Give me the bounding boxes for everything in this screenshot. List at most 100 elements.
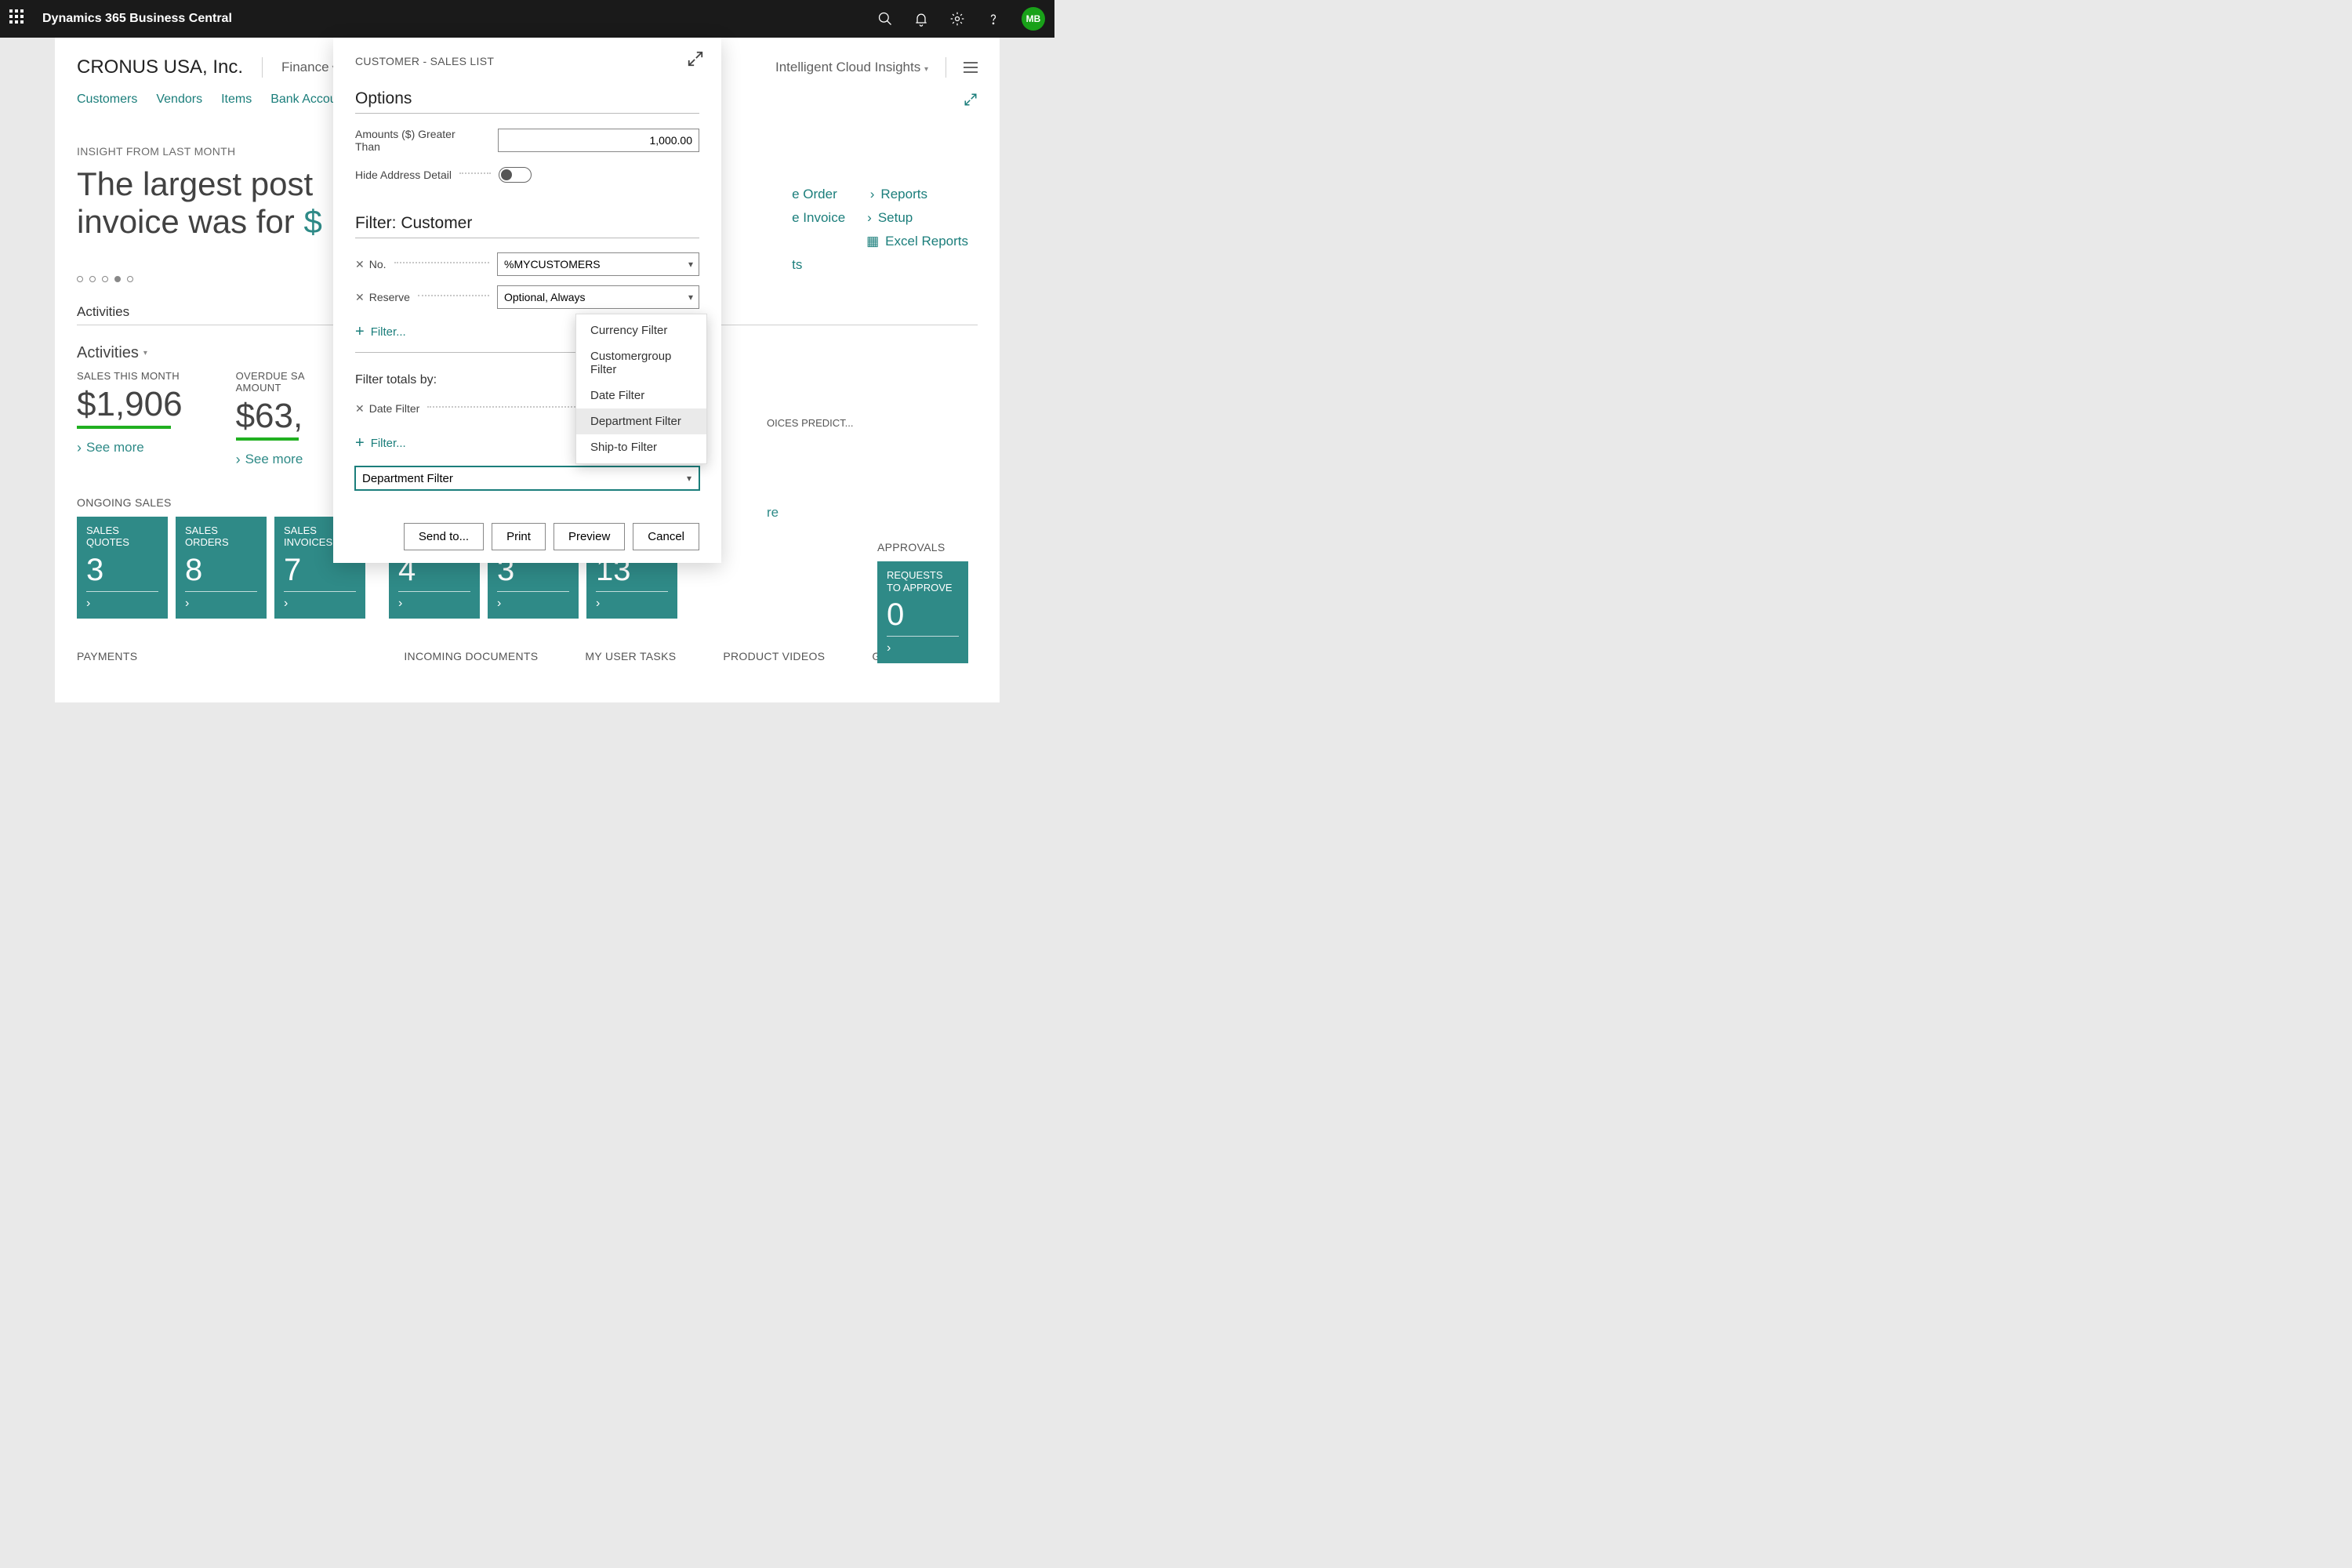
metric-value: $63, — [236, 397, 305, 436]
dropdown-option[interactable]: Customergroup Filter — [576, 343, 706, 383]
metric-label: SALES THIS MONTH — [77, 370, 183, 382]
bottom-section-labels: PAYMENTS INCOMING DOCUMENTS MY USER TASK… — [77, 650, 978, 662]
metric-value: $1,906 — [77, 385, 183, 424]
tile-approvals[interactable]: REQUESTS TO APPROVE 0 › — [877, 561, 968, 663]
dialog-footer: Send to... Print Preview Cancel — [404, 523, 699, 550]
insights-nav: Intelligent Cloud Insights ▾ — [775, 57, 978, 78]
metric-label-peek: OICES PREDICT... — [767, 417, 854, 429]
see-more-link[interactable]: ›See more — [236, 452, 305, 468]
reserve-input[interactable] — [497, 285, 699, 309]
app-bar: Dynamics 365 Business Central MB — [0, 0, 1054, 38]
chevron-right-icon: › — [887, 641, 959, 655]
remove-filter-icon[interactable]: ✕ — [355, 258, 365, 271]
user-avatar[interactable]: MB — [1022, 7, 1045, 31]
expand-dialog-icon[interactable] — [687, 50, 704, 71]
row-label-approvals: APPROVALS — [877, 541, 968, 554]
section-options: Options — [355, 89, 699, 108]
subnav-items[interactable]: Items — [221, 93, 252, 111]
tile-title: SALES ORDERS — [185, 524, 257, 551]
tile-number: 0 — [887, 597, 959, 633]
tile-number: 3 — [86, 553, 158, 588]
chevron-right-icon: › — [77, 440, 82, 456]
chevron-right-icon: › — [867, 210, 872, 226]
metric-bar — [236, 437, 299, 441]
remove-filter-icon[interactable]: ✕ — [355, 291, 365, 304]
quicklink-ts[interactable]: ts — [792, 257, 968, 273]
approvals-block: APPROVALS REQUESTS TO APPROVE 0 › — [877, 541, 968, 663]
filter-reserve: ✕Reserve ▾ — [355, 285, 699, 309]
preview-button[interactable]: Preview — [554, 523, 625, 550]
gear-icon[interactable] — [949, 11, 965, 27]
chevron-right-icon: › — [185, 597, 257, 611]
chevron-right-icon: › — [86, 597, 158, 611]
see-more-peek[interactable]: re — [767, 505, 779, 521]
field-amounts: Amounts ($) Greater Than — [355, 128, 699, 153]
quicklink-order[interactable]: e Order›Reports — [792, 187, 968, 202]
search-icon[interactable] — [877, 11, 893, 27]
menu-icon[interactable] — [964, 62, 978, 73]
label-incoming: INCOMING DOCUMENTS — [404, 650, 538, 662]
section-filter-customer: Filter: Customer — [355, 214, 699, 233]
report-request-dialog: CUSTOMER - SALES LIST Options Amounts ($… — [333, 38, 721, 563]
plus-icon: + — [355, 434, 365, 452]
quick-links: e Order›Reports e Invoice›Setup ▦Excel R… — [792, 187, 968, 273]
chevron-right-icon: › — [284, 597, 356, 611]
quicklink-invoice[interactable]: e Invoice›Setup — [792, 210, 968, 226]
appbar-actions: MB — [877, 7, 1045, 31]
dropdown-option[interactable]: Department Filter — [576, 408, 706, 434]
help-icon[interactable] — [985, 11, 1001, 27]
company-name: CRONUS USA, Inc. — [77, 56, 243, 78]
remove-filter-icon[interactable]: ✕ — [355, 402, 365, 416]
chevron-right-icon: › — [870, 187, 875, 202]
send-to-button[interactable]: Send to... — [404, 523, 484, 550]
amounts-input[interactable] — [498, 129, 699, 152]
dropdown-option[interactable]: Currency Filter — [576, 318, 706, 343]
chevron-right-icon: › — [596, 597, 668, 611]
tile-title: SALES QUOTES — [86, 524, 158, 551]
dropdown-option[interactable]: Ship-to Filter — [576, 434, 706, 460]
metric-label: OVERDUE SA — [236, 370, 305, 382]
app-title: Dynamics 365 Business Central — [42, 12, 232, 26]
see-more-link[interactable]: ›See more — [77, 440, 183, 456]
dialog-title: CUSTOMER - SALES LIST — [355, 55, 699, 67]
chevron-right-icon: › — [398, 597, 470, 611]
label-tasks: MY USER TASKS — [585, 650, 676, 662]
new-filter-input[interactable] — [355, 466, 699, 490]
metric-bar — [77, 426, 171, 429]
filter-no: ✕No. ▾ — [355, 252, 699, 276]
chevron-down-icon: ▾ — [143, 349, 147, 358]
metric-overdue: OVERDUE SA AMOUNT $63, ›See more — [236, 370, 305, 468]
print-button[interactable]: Print — [492, 523, 546, 550]
expand-icon[interactable] — [964, 93, 978, 111]
subnav-customers[interactable]: Customers — [77, 93, 137, 111]
insight-amount: $ — [303, 203, 321, 240]
nav-finance[interactable]: Finance▾ — [281, 60, 336, 75]
field-label: Reserve — [369, 291, 410, 303]
chevron-right-icon: › — [236, 452, 241, 468]
nav-insights[interactable]: Intelligent Cloud Insights ▾ — [775, 60, 928, 75]
label-videos: PRODUCT VIDEOS — [723, 650, 825, 662]
field-label: No. — [369, 258, 387, 270]
hide-address-toggle[interactable] — [499, 167, 532, 183]
tile-sales-orders[interactable]: SALES ORDERS 8 › — [176, 517, 267, 619]
divider — [262, 57, 263, 78]
tile-title: REQUESTS TO APPROVE — [887, 569, 959, 596]
field-label: Hide Address Detail — [355, 169, 452, 181]
no-input[interactable] — [497, 252, 699, 276]
dropdown-option[interactable]: Date Filter — [576, 383, 706, 408]
chevron-down-icon: ▾ — [924, 65, 928, 74]
bell-icon[interactable] — [913, 11, 929, 27]
quicklink-excel[interactable]: ▦Excel Reports — [792, 234, 968, 249]
field-hide-address: Hide Address Detail — [355, 167, 699, 183]
metric-sales-month: SALES THIS MONTH $1,906 ›See more — [77, 370, 183, 468]
tile-sales-quotes[interactable]: SALES QUOTES 3 › — [77, 517, 168, 619]
app-launcher-icon[interactable] — [9, 9, 28, 28]
subnav-vendors[interactable]: Vendors — [156, 93, 202, 111]
cancel-button[interactable]: Cancel — [633, 523, 699, 550]
plus-icon: + — [355, 323, 365, 341]
filter-dropdown-list: Currency Filter Customergroup Filter Dat… — [575, 314, 707, 464]
label-payments: PAYMENTS — [77, 650, 137, 662]
tile-number: 8 — [185, 553, 257, 588]
field-label: Amounts ($) Greater Than — [355, 128, 482, 153]
chevron-right-icon: › — [497, 597, 569, 611]
